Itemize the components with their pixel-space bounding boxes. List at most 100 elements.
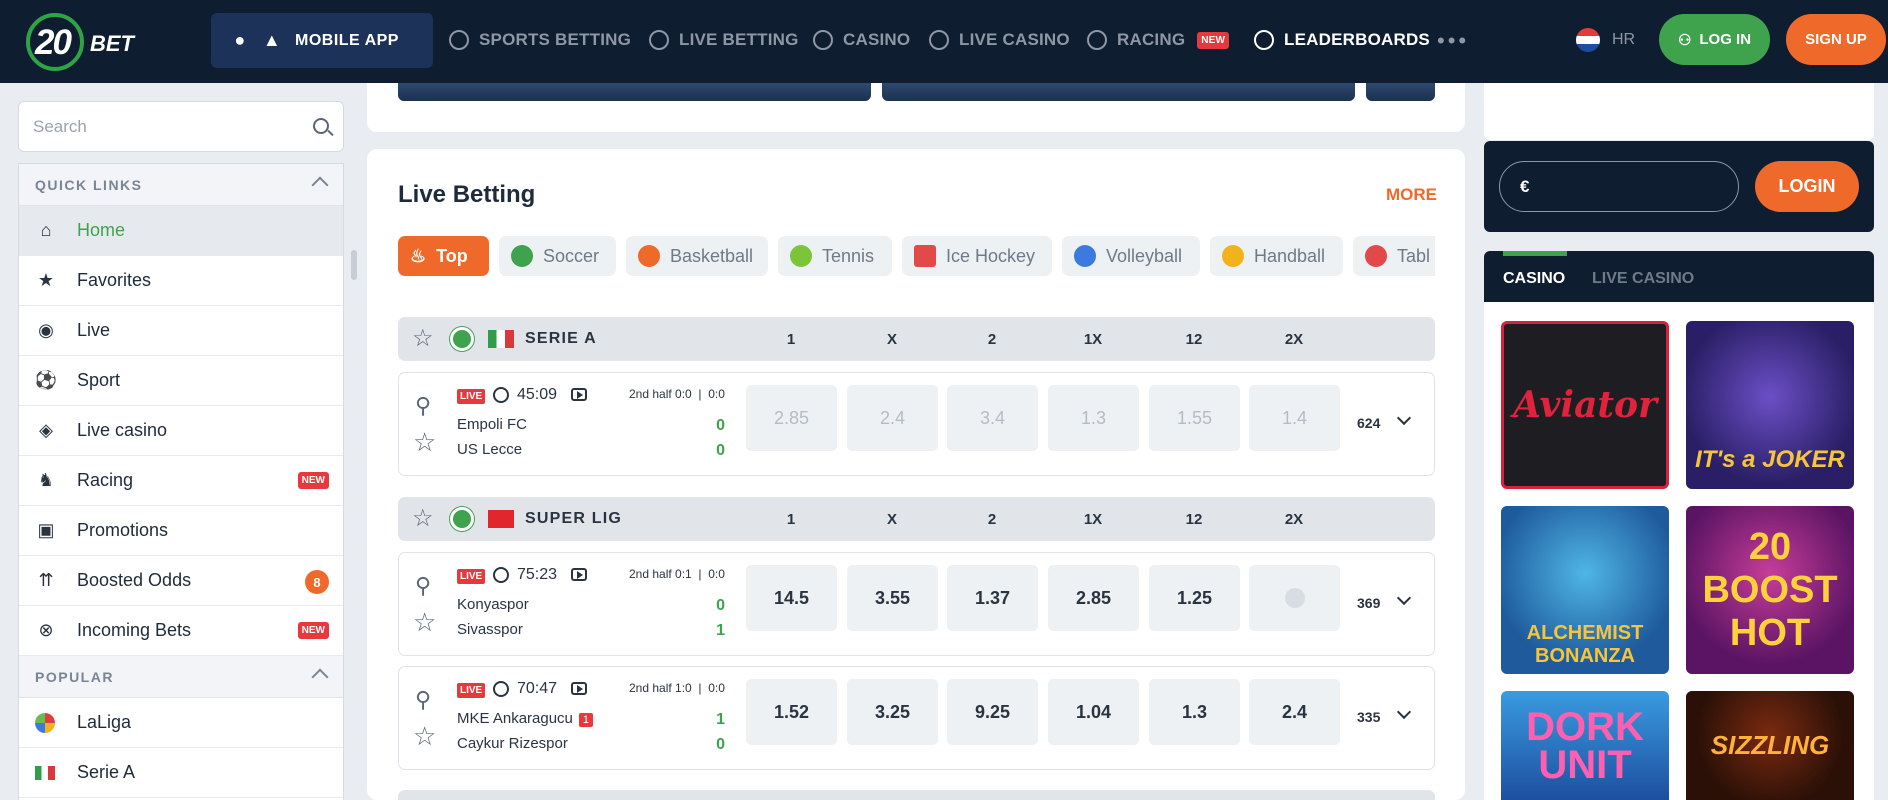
banner-slide[interactable]	[882, 83, 1355, 101]
sidebar-item-live-casino[interactable]: ◈ Live casino	[19, 406, 343, 456]
sidebar-item-favorites[interactable]: ★ Favorites	[19, 256, 343, 306]
live-stream-icon[interactable]	[571, 388, 587, 401]
odd-button-1x[interactable]: 2.85	[1048, 565, 1139, 631]
game-tile-sizzling[interactable]: SIZZLING	[1686, 691, 1854, 800]
odd-button-1[interactable]: 2.85	[746, 385, 837, 451]
live-stream-icon[interactable]	[571, 682, 587, 695]
sidebar-item-serie-a[interactable]: Serie A	[19, 748, 343, 798]
markets-count[interactable]: 335	[1357, 709, 1380, 725]
game-tile-aviator[interactable]: Aviator	[1501, 321, 1669, 489]
sidebar-item-live[interactable]: ◉ Live	[19, 306, 343, 356]
odd-button-1[interactable]: 1.52	[746, 679, 837, 745]
odd-button-1[interactable]: 14.5	[746, 565, 837, 631]
volleyball-icon	[1074, 245, 1096, 267]
odd-button-1x[interactable]: 1.04	[1048, 679, 1139, 745]
mobile-app-button[interactable]: ● ▲ MOBILE APP	[211, 13, 433, 68]
odd-button-12[interactable]: 1.25	[1149, 565, 1240, 631]
nav-live-betting[interactable]: LIVE BETTING	[649, 22, 799, 58]
tab-basketball[interactable]: Basketball	[626, 236, 768, 276]
nav-casino[interactable]: CASINO	[813, 22, 910, 58]
deposit-amount-field[interactable]: €	[1499, 161, 1739, 212]
favorite-star-icon[interactable]: ☆	[413, 607, 436, 638]
quick-links-header[interactable]: QUICK LINKS	[19, 164, 343, 206]
laliga-icon	[35, 712, 55, 733]
chevron-down-icon[interactable]	[1396, 410, 1412, 426]
tab-soccer[interactable]: Soccer	[499, 236, 616, 276]
sidebar-item-sport[interactable]: ⚽ Sport	[19, 356, 343, 406]
tab-volleyball[interactable]: Volleyball	[1062, 236, 1200, 276]
banner-slide[interactable]	[1366, 83, 1435, 101]
match-row[interactable]: ⚲ ☆ LIVE 45:09 2nd half 0:0 | 0:0 Empoli…	[398, 372, 1435, 476]
set-score: 0:0	[708, 681, 725, 695]
chevron-down-icon[interactable]	[1396, 590, 1412, 606]
sidebar-item-laliga[interactable]: LaLiga	[19, 698, 343, 748]
odd-button-2[interactable]: 1.37	[947, 565, 1038, 631]
pin-icon[interactable]: ⚲	[415, 393, 431, 419]
tab-tennis[interactable]: Tennis	[778, 236, 892, 276]
quick-login-button[interactable]: LOGIN	[1755, 161, 1859, 212]
sidebar-item-home[interactable]: ⌂ Home	[19, 206, 343, 256]
signup-button[interactable]: SIGN UP	[1786, 14, 1886, 65]
odd-button-12[interactable]: 1.55	[1149, 385, 1240, 451]
markets-count[interactable]: 624	[1357, 415, 1380, 431]
sidebar-item-racing[interactable]: ♞ Racing NEW	[19, 456, 343, 506]
odd-button-x[interactable]: 3.55	[847, 565, 938, 631]
match-row[interactable]: ⚲ ☆ LIVE 70:47 2nd half 1:0 | 0:0 MKE An…	[398, 666, 1435, 770]
game-tile-joker[interactable]: IT's a JOKER	[1686, 321, 1854, 489]
sidebar-scrollbar[interactable]	[351, 250, 357, 280]
tab-ice-hockey[interactable]: Ice Hockey	[902, 236, 1052, 276]
favorite-star-icon[interactable]: ☆	[413, 721, 436, 752]
odd-button-12[interactable]: 1.3	[1149, 679, 1240, 745]
tab-label: Top	[436, 245, 468, 266]
game-title: 20 BOOST HOT	[1702, 525, 1838, 654]
game-tile-alchemist[interactable]: ALCHEMIST BONANZA	[1501, 506, 1669, 674]
sidebar-item-label: Boosted Odds	[77, 570, 192, 590]
sidebar-item-incoming-bets[interactable]: ⊗ Incoming Bets NEW	[19, 606, 343, 656]
live-stream-icon[interactable]	[571, 568, 587, 581]
odd-button-x[interactable]: 2.4	[847, 385, 938, 451]
favorite-star-icon[interactable]: ☆	[412, 327, 434, 351]
login-button[interactable]: ⚇ LOG IN	[1659, 14, 1770, 65]
favorite-star-icon[interactable]: ☆	[412, 507, 434, 531]
odd-button-2x[interactable]: 1.4	[1249, 385, 1340, 451]
match-row[interactable]: ⚲ ☆ LIVE 75:23 2nd half 0:1 | 0:0 Konyas…	[398, 552, 1435, 656]
odd-button-2[interactable]: 9.25	[947, 679, 1038, 745]
sidebar-item-promotions[interactable]: ▣ Promotions	[19, 506, 343, 556]
pin-icon[interactable]: ⚲	[415, 687, 431, 713]
language-selector[interactable]: HR	[1574, 26, 1635, 54]
banner-slide[interactable]	[398, 83, 871, 101]
game-tile-dork-unit[interactable]: DORK UNIT	[1501, 691, 1669, 800]
nav-leaderboards[interactable]: LEADERBOARDS	[1254, 22, 1430, 58]
nav-racing[interactable]: RACING NEW	[1087, 22, 1230, 58]
ball-icon: ⚽	[34, 370, 58, 390]
markets-count[interactable]: 369	[1357, 595, 1380, 611]
odd-button-2[interactable]: 3.4	[947, 385, 1038, 451]
sidebar-item-boosted-odds[interactable]: ⇈ Boosted Odds 8	[19, 556, 343, 606]
logo-text: BET	[90, 31, 134, 56]
odd-button-2x[interactable]: 2.4	[1249, 679, 1340, 745]
tab-top[interactable]: ♨ Top	[398, 236, 489, 276]
search-input[interactable]: Search	[18, 101, 344, 152]
odd-button-x[interactable]: 3.25	[847, 679, 938, 745]
game-tile-boost-hot[interactable]: 20 BOOST HOT	[1686, 506, 1854, 674]
tab-casino[interactable]: CASINO	[1503, 270, 1565, 288]
chevron-up-icon	[311, 176, 329, 194]
away-team: US Lecce	[457, 441, 523, 458]
nav-sports-betting[interactable]: SPORTS BETTING	[449, 22, 631, 58]
favorite-star-icon[interactable]: ☆	[413, 427, 436, 458]
more-menu-icon[interactable]: •••	[1437, 28, 1469, 54]
tab-handball[interactable]: Handball	[1210, 236, 1343, 276]
pin-icon[interactable]: ⚲	[415, 573, 431, 599]
chevron-down-icon[interactable]	[1396, 704, 1412, 720]
logo[interactable]: 20 BET	[26, 13, 144, 71]
odd-button-1x[interactable]: 1.3	[1048, 385, 1139, 451]
search-icon[interactable]	[313, 118, 329, 134]
nav-live-casino[interactable]: LIVE CASINO	[929, 22, 1070, 58]
tab-table-tennis[interactable]: Tabl	[1353, 236, 1435, 276]
popular-header[interactable]: POPULAR	[19, 656, 343, 698]
more-link[interactable]: MORE	[1386, 185, 1437, 205]
boost-icon: ⇈	[38, 570, 54, 590]
tab-live-casino[interactable]: LIVE CASINO	[1592, 270, 1694, 288]
soccer-ball-icon	[449, 30, 469, 50]
match-time: 45:09	[517, 386, 558, 403]
